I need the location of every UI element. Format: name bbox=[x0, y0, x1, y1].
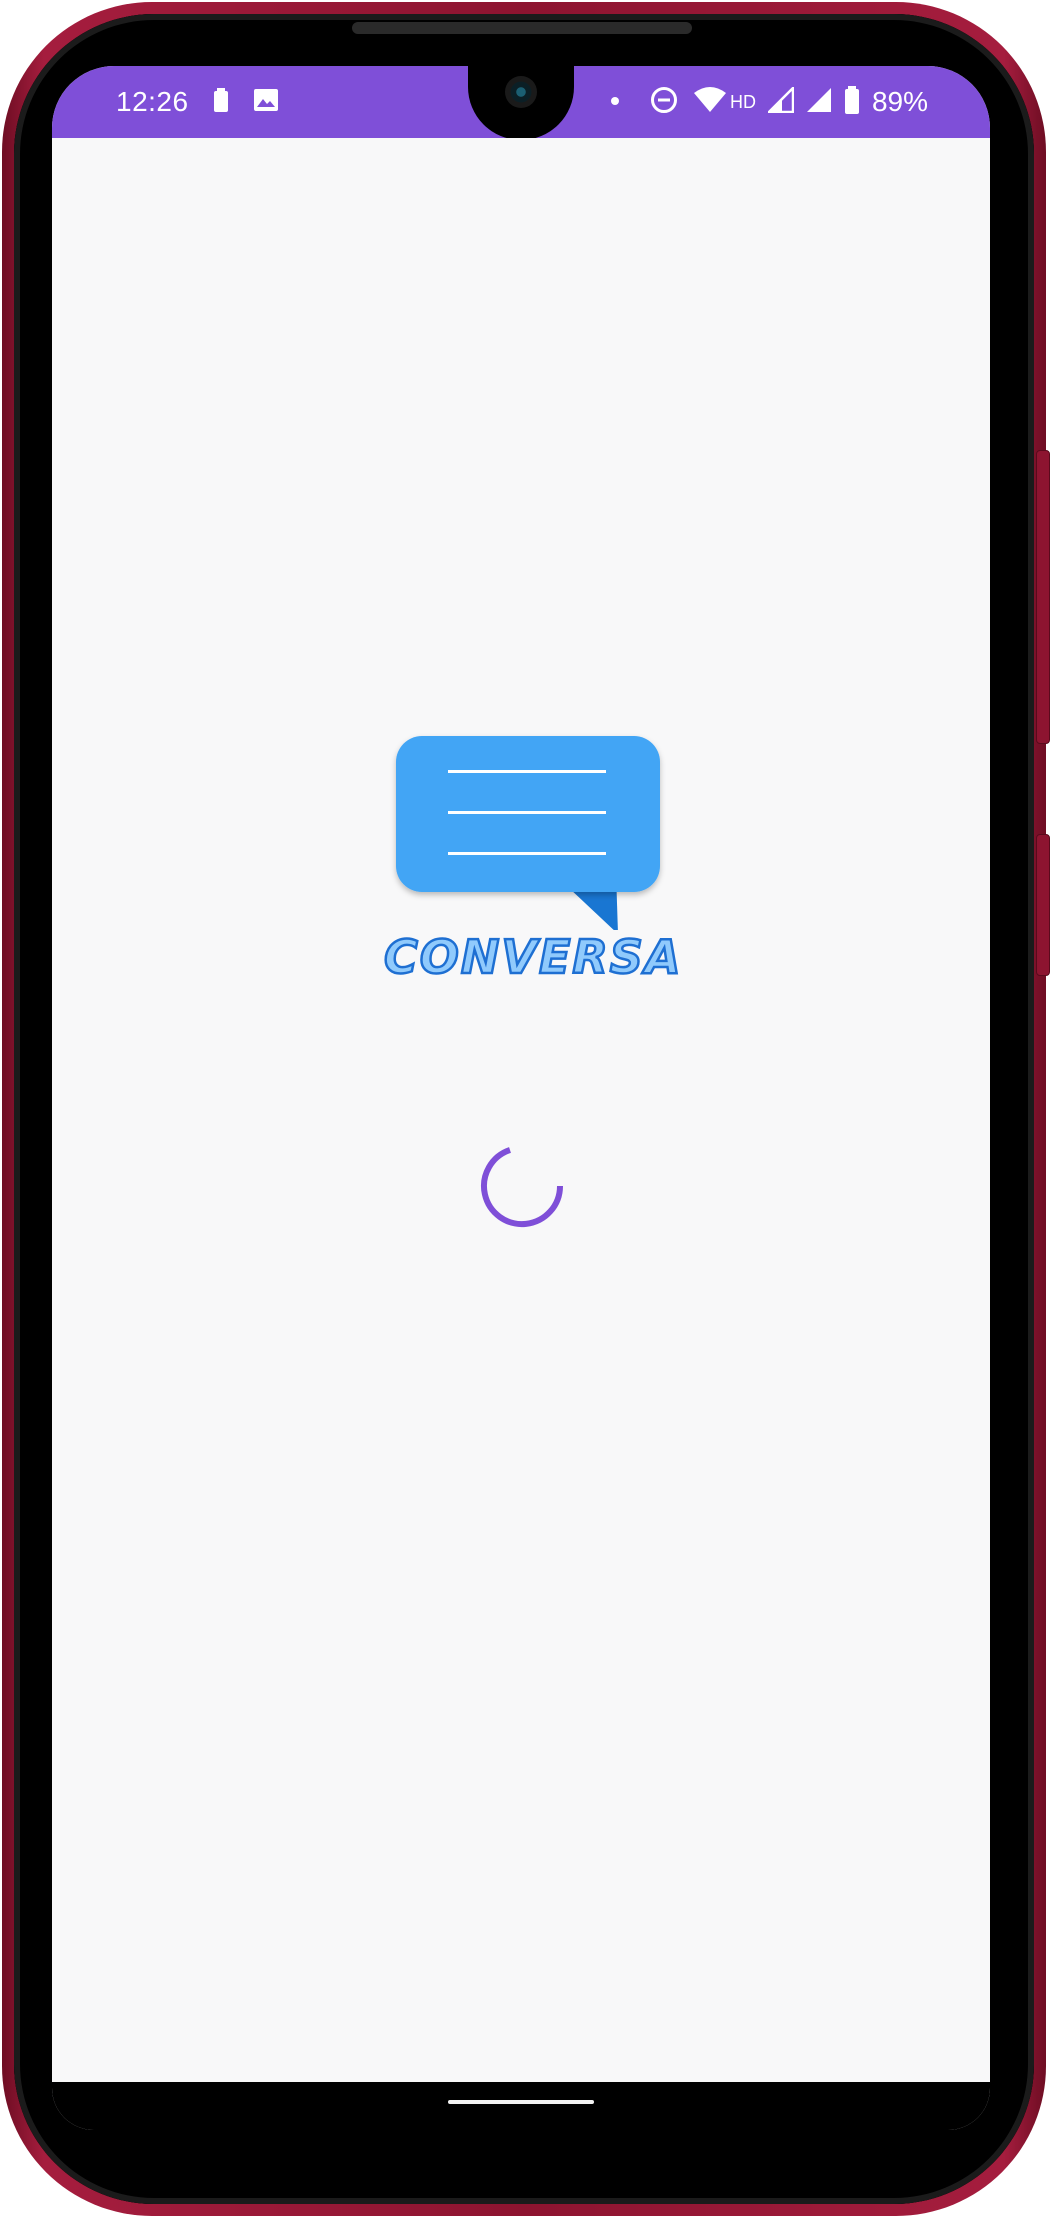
navigation-bar bbox=[52, 2082, 990, 2130]
app-name-logo-text: CONVERSA bbox=[383, 929, 683, 986]
app-logo: CONVERSA bbox=[383, 730, 683, 1020]
signal-icon bbox=[806, 87, 832, 118]
status-bar-right: HD 89% bbox=[610, 82, 928, 122]
battery-saver-icon bbox=[213, 87, 229, 117]
camera-notch bbox=[468, 66, 574, 140]
loading-spinner bbox=[481, 1147, 563, 1228]
do-not-disturb-icon bbox=[650, 86, 678, 119]
status-time: 12:26 bbox=[116, 86, 189, 117]
battery-percent: 89% bbox=[871, 86, 928, 117]
dot-icon bbox=[610, 93, 620, 111]
status-bar-left: 12:26 bbox=[116, 82, 279, 122]
earpiece-speaker bbox=[352, 22, 692, 34]
wifi-icon bbox=[693, 86, 726, 118]
status-bar: 12:26 HD 89% bbox=[52, 66, 990, 140]
battery-icon bbox=[844, 85, 860, 119]
front-camera-icon bbox=[505, 76, 537, 108]
volume-button[interactable] bbox=[1036, 450, 1050, 744]
splash-content: CONVERSA bbox=[52, 138, 990, 2082]
chat-bubble-icon bbox=[396, 736, 660, 930]
home-gesture-handle[interactable] bbox=[448, 2100, 594, 2104]
signal-icon bbox=[765, 84, 795, 118]
power-button[interactable] bbox=[1036, 834, 1050, 976]
network-type-label: HD bbox=[729, 91, 756, 112]
phone-device: 12:26 HD 89% CONVERSA bbox=[0, 0, 1054, 2223]
image-notification-icon bbox=[253, 88, 279, 117]
phone-screen: 12:26 HD 89% CONVERSA bbox=[52, 66, 990, 2130]
